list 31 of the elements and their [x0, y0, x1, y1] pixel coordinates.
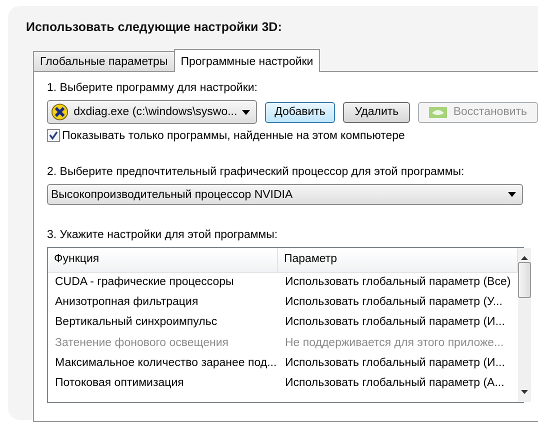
button[interactable]: Добавить [265, 102, 335, 122]
caret-icon [242, 110, 250, 114]
table-cell[interactable]: Анизотропная фильтрация [48, 293, 278, 314]
up-arrow-icon [520, 256, 528, 260]
column-header[interactable]: Функция [48, 248, 278, 272]
table-cell[interactable]: Использовать глобальный параметр (Все) [278, 273, 518, 294]
step-label: 2. Выберите предпочтительный графический процессор для этой программы: [47, 166, 466, 178]
table-cell[interactable]: Потоковая оптимизация [48, 374, 278, 394]
tab[interactable]: Глобальные параметры [33, 51, 175, 71]
step-label: 1. Выберите программу для настройки: [47, 82, 258, 94]
tab[interactable]: Программные настройки [174, 49, 320, 72]
gpu-dropdown[interactable]: Высокопроизводительный процессор NVIDIA [47, 184, 523, 205]
scrollbar-thumb[interactable] [518, 262, 531, 298]
table-cell[interactable]: Использовать глобальный параметр (А... [278, 374, 518, 394]
table-cell[interactable]: Использовать глобальный параметр (И... [278, 354, 518, 374]
eye-logo-icon [429, 106, 448, 118]
program-dropdown[interactable]: dxdiag.exe (c:\windows\syswo... [47, 100, 257, 124]
program-icon [51, 103, 69, 121]
checkbox[interactable] [47, 129, 60, 142]
table-cell[interactable]: Максимальное количество заранее под... [48, 354, 278, 374]
table-cell[interactable]: Использовать глобальный параметр (У... [278, 293, 518, 314]
checkbox-label: Показывать только программы, найденные на этом компьютере [62, 130, 405, 142]
caret-icon [508, 192, 516, 197]
table-cell[interactable]: CUDA - графические процессоры [48, 273, 278, 294]
down-arrow-icon [520, 390, 528, 394]
table-cell[interactable]: Вертикальный синхроимпульс [48, 313, 278, 334]
table-cell[interactable]: Использовать глобальный параметр (И... [278, 313, 518, 334]
section-heading: Использовать следующие настройки 3D: [26, 20, 283, 34]
step-label: 3. Укажите настройки для этой программы: [47, 229, 279, 241]
button[interactable]: Удалить [343, 102, 410, 122]
scrollbar[interactable] [518, 248, 531, 402]
